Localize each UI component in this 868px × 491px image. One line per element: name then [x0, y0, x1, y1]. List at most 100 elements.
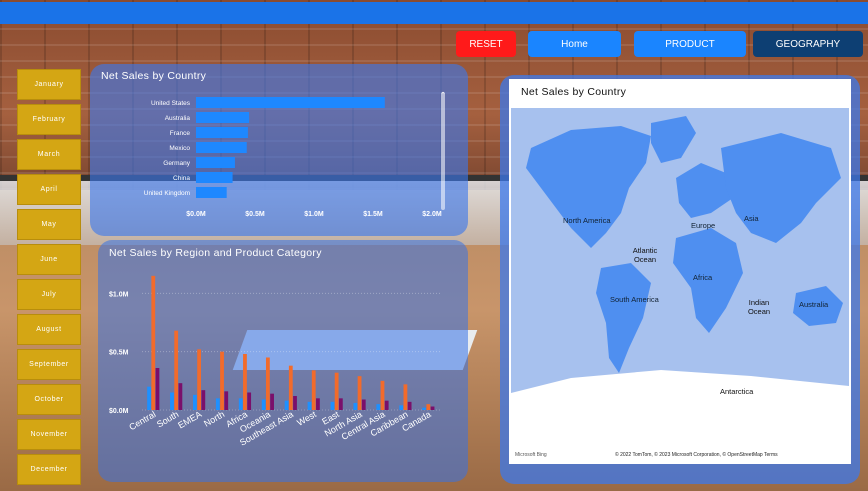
x-tick-label: $1.0M [304, 211, 324, 218]
region-column[interactable] [403, 384, 408, 410]
greenland-shape [651, 116, 696, 163]
south-america-shape [596, 263, 651, 373]
region-column[interactable] [178, 383, 183, 410]
region-column[interactable] [261, 399, 266, 411]
region-column-chart: $0.0M$0.5M$1.0MCentralSouthEMEANorthAfri… [109, 275, 440, 448]
region-column[interactable] [284, 400, 289, 410]
map-label-north-america: North America [563, 216, 611, 225]
region-column[interactable] [293, 396, 297, 410]
scroll-up-icon[interactable]: ⌃ [440, 91, 446, 99]
month-button-may[interactable]: May [17, 209, 81, 240]
country-bar[interactable] [196, 97, 385, 108]
country-label: Australia [165, 115, 191, 122]
north-america-shape [526, 126, 651, 248]
region-column[interactable] [353, 403, 358, 410]
country-bar[interactable] [196, 127, 248, 138]
country-bar[interactable] [196, 187, 227, 198]
region-column[interactable] [384, 400, 389, 410]
region-column[interactable] [170, 392, 174, 411]
region-column[interactable] [430, 406, 435, 411]
region-column[interactable] [311, 370, 316, 410]
region-column[interactable] [197, 349, 202, 410]
region-label: Central [127, 409, 157, 432]
map-title: Net Sales by Country [521, 86, 627, 98]
month-button-august[interactable]: August [17, 314, 81, 345]
country-label: Mexico [169, 145, 190, 152]
country-bar[interactable] [196, 172, 233, 183]
region-column[interactable] [380, 380, 385, 410]
x-tick-label: $0.0M [186, 211, 206, 218]
region-label: South [155, 409, 180, 429]
antarctica-shape [511, 370, 849, 461]
region-column[interactable] [376, 404, 381, 410]
x-tick-label: $1.5M [363, 211, 383, 218]
world-map-shapes [511, 116, 849, 461]
map-label-antarctica: Antarctica [720, 387, 754, 396]
region-column[interactable] [193, 394, 197, 410]
month-button-september[interactable]: September [17, 349, 81, 380]
region-column[interactable] [151, 275, 156, 410]
map-panel: Net Sales by Country North America Europ… [500, 75, 860, 484]
region-column[interactable] [334, 372, 339, 410]
x-tick-label: $0.5M [245, 211, 265, 218]
country-label: United Kingdom [144, 190, 190, 197]
month-button-february[interactable]: February [17, 104, 81, 135]
map-attribution[interactable]: © 2022 TomTom, © 2023 Microsoft Corporat… [615, 452, 778, 458]
map-label-europe: Europe [691, 221, 716, 230]
country-bar[interactable] [196, 142, 247, 153]
map-label-south-america: South America [610, 295, 659, 304]
region-sales-panel: Net Sales by Region and Product Category… [98, 240, 468, 482]
region-column[interactable] [338, 398, 343, 410]
region-column[interactable] [238, 398, 243, 410]
month-button-june[interactable]: June [17, 244, 81, 275]
x-tick-label: $2.0M [422, 211, 442, 218]
region-column[interactable] [224, 391, 229, 410]
y-tick-label: $0.0M [109, 408, 129, 415]
map-label-australia: Australia [799, 300, 829, 309]
region-column[interactable] [316, 398, 320, 410]
region-column[interactable] [201, 390, 206, 410]
geography-button[interactable]: GEOGRAPHY [753, 31, 863, 57]
region-column[interactable] [215, 398, 220, 410]
month-button-april[interactable]: April [17, 174, 81, 205]
country-bar[interactable] [196, 112, 250, 123]
country-label: United States [151, 100, 191, 107]
country-label: Germany [163, 160, 190, 167]
home-button[interactable]: Home [528, 31, 621, 57]
reset-button[interactable]: RESET [456, 31, 516, 57]
region-column[interactable] [407, 401, 412, 410]
region-label: EMEA [176, 409, 203, 430]
month-button-january[interactable]: January [17, 69, 81, 100]
region-label: North [202, 409, 226, 429]
region-label: West [295, 409, 318, 428]
month-button-march[interactable]: March [17, 139, 81, 170]
region-column[interactable] [288, 365, 293, 410]
world-map[interactable]: North America Europe Asia Atlantic Ocean… [511, 108, 849, 461]
region-column[interactable] [265, 357, 270, 411]
region-column[interactable] [270, 393, 274, 410]
month-button-december[interactable]: December [17, 454, 81, 485]
month-button-october[interactable]: October [17, 384, 81, 415]
region-column[interactable] [330, 401, 335, 410]
asia-shape [721, 133, 841, 243]
region-column[interactable] [243, 354, 247, 410]
top-bar [0, 2, 868, 24]
region-column[interactable] [174, 330, 179, 410]
region-column[interactable] [361, 399, 366, 411]
map-label-africa: Africa [693, 273, 713, 282]
region-column[interactable] [220, 351, 224, 410]
region-column[interactable] [307, 401, 312, 410]
country-bar[interactable] [196, 157, 235, 168]
region-column[interactable] [155, 368, 160, 410]
product-button[interactable]: PRODUCT [634, 31, 746, 57]
region-column[interactable] [357, 376, 362, 410]
country-label: France [170, 130, 191, 137]
region-column[interactable] [247, 392, 252, 411]
month-button-july[interactable]: July [17, 279, 81, 310]
chart-scrollbar[interactable] [441, 92, 445, 210]
region-column[interactable] [147, 386, 151, 410]
map-label-asia: Asia [744, 214, 759, 223]
month-button-november[interactable]: November [17, 419, 81, 450]
y-tick-label: $1.0M [109, 291, 129, 298]
map-label-atlantic-ocean: Atlantic Ocean [632, 246, 658, 264]
